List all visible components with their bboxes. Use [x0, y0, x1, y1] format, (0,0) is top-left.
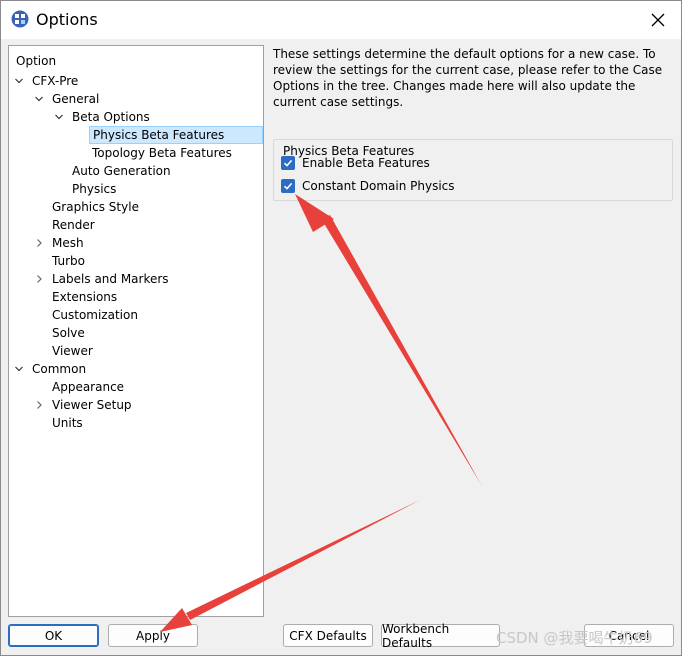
tree-item[interactable]: Beta Options — [9, 108, 263, 126]
enable-beta-features-checkbox[interactable]: Enable Beta Features — [281, 154, 430, 172]
tree-item-label: Extensions — [52, 290, 118, 304]
chevron-down-icon[interactable] — [13, 360, 25, 378]
tree-item[interactable]: Appearance — [9, 378, 263, 396]
tree-item-label: Common — [32, 362, 87, 376]
checkbox-checked-icon — [281, 179, 295, 193]
tree-item[interactable]: Viewer Setup — [9, 396, 263, 414]
chevron-right-icon[interactable] — [33, 234, 45, 252]
tree-item-label: Mesh — [52, 236, 84, 250]
tree-item[interactable]: Units — [9, 414, 263, 432]
tree-item-label: Viewer — [52, 344, 93, 358]
tree-item-label: Auto Generation — [72, 164, 171, 178]
tree-item[interactable]: Turbo — [9, 252, 263, 270]
tree-item-label: Units — [52, 416, 83, 430]
constant-domain-physics-checkbox[interactable]: Constant Domain Physics — [281, 177, 455, 195]
tree-item[interactable]: Labels and Markers — [9, 270, 263, 288]
tree-item-label: CFX-Pre — [32, 74, 79, 88]
close-icon — [651, 13, 665, 27]
tree-root-label: Option — [16, 54, 57, 68]
tree-item-label: Solve — [52, 326, 85, 340]
chevron-right-icon[interactable] — [33, 270, 45, 288]
apply-button[interactable]: Apply — [108, 624, 198, 647]
tree-item[interactable]: Viewer — [9, 342, 263, 360]
watermark: CSDN @我要喝牛奶69 — [496, 629, 653, 647]
tree-item-label: Labels and Markers — [52, 272, 169, 286]
tree-item[interactable]: Extensions — [9, 288, 263, 306]
tree-item[interactable]: Mesh — [9, 234, 263, 252]
chevron-down-icon[interactable] — [13, 72, 25, 90]
description-text: These settings determine the default opt… — [273, 47, 663, 109]
chevron-down-icon[interactable] — [33, 90, 45, 108]
tree-item[interactable]: General — [9, 90, 263, 108]
tree-item-label: Appearance — [52, 380, 125, 394]
tree-item[interactable]: Graphics Style — [9, 198, 263, 216]
tree-item[interactable]: Topology Beta Features — [9, 144, 263, 162]
tree-item-label: Physics Beta Features — [89, 126, 263, 144]
chevron-down-icon[interactable] — [53, 108, 65, 126]
tree-item[interactable]: Physics Beta Features — [9, 126, 263, 144]
workbench-defaults-button[interactable]: Workbench Defaults — [381, 622, 500, 650]
physics-beta-features-group: Physics Beta Features Enable Beta Featur… — [273, 139, 673, 201]
tree-item-label: Turbo — [52, 254, 86, 268]
tree-item[interactable]: Physics — [9, 180, 263, 198]
tree-item-label: Graphics Style — [52, 200, 139, 214]
checkbox-label: Enable Beta Features — [302, 156, 430, 170]
tree-item-label: Viewer Setup — [52, 398, 132, 412]
cfx-defaults-button[interactable]: CFX Defaults — [283, 624, 373, 647]
chevron-right-icon[interactable] — [33, 396, 45, 414]
options-tree[interactable]: Option CFX-Pre General Beta Options Physics… — [8, 45, 264, 617]
tree-item[interactable]: CFX-Pre — [9, 72, 263, 90]
app-icon — [11, 10, 29, 28]
window-title: Options — [36, 10, 98, 29]
tree-item-label: Beta Options — [72, 110, 150, 124]
tree-item[interactable]: Solve — [9, 324, 263, 342]
checkbox-checked-icon — [281, 156, 295, 170]
options-dialog: Options Option CFX-Pre General Beta Option… — [0, 0, 682, 656]
ok-button[interactable]: OK — [8, 624, 99, 647]
title-bar: Options — [1, 1, 681, 39]
tree-item-label: Physics — [72, 182, 117, 196]
tree-item[interactable]: Common — [9, 360, 263, 378]
tree-item-label: General — [52, 92, 100, 106]
tree-item-label: Customization — [52, 308, 138, 322]
tree-item[interactable]: Customization — [9, 306, 263, 324]
checkbox-label: Constant Domain Physics — [302, 179, 455, 193]
tree-item[interactable]: Auto Generation — [9, 162, 263, 180]
tree-item[interactable]: Render — [9, 216, 263, 234]
tree-item-label: Render — [52, 218, 95, 232]
close-button[interactable] — [645, 7, 671, 33]
tree-item-label: Topology Beta Features — [92, 146, 232, 160]
